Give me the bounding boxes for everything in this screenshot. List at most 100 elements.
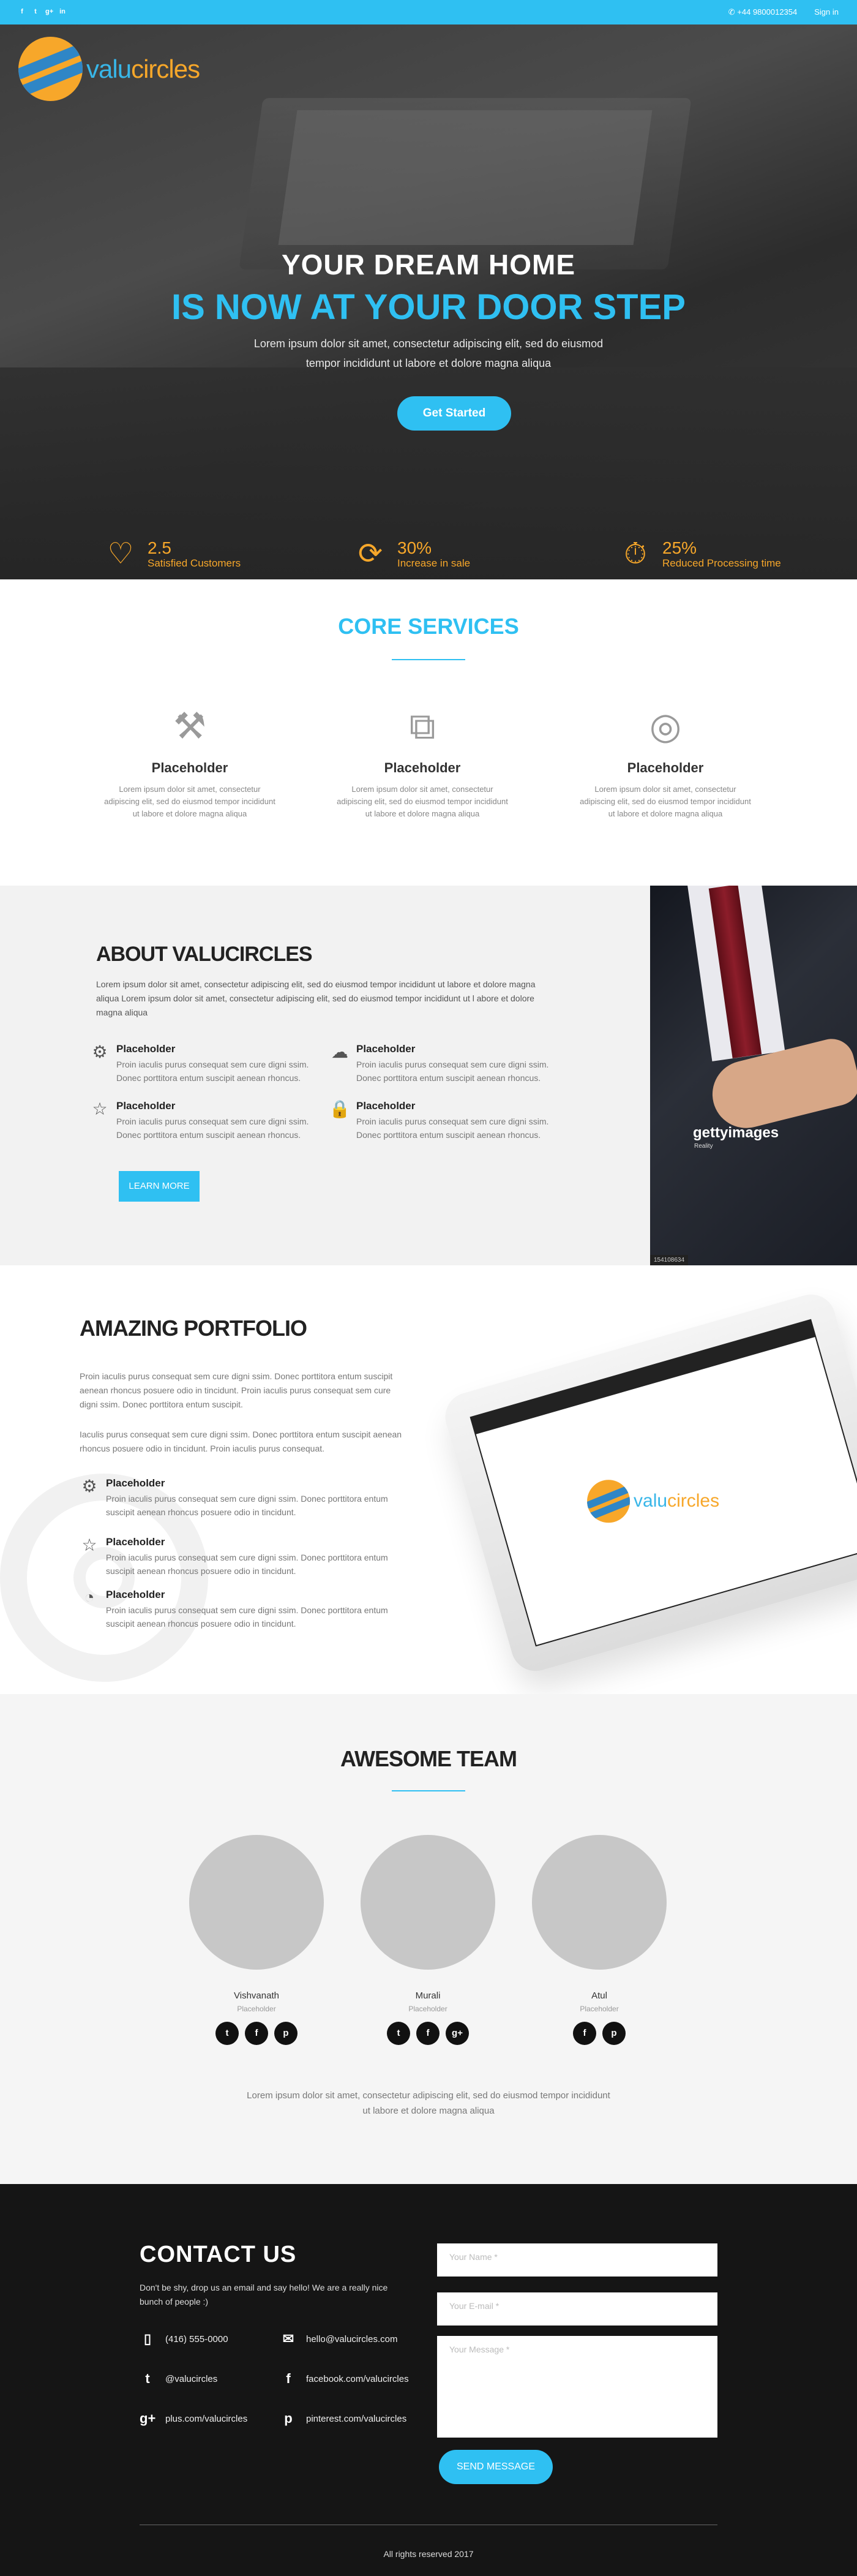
stopwatch-icon: ⏱ xyxy=(624,538,647,570)
top-bar-right: ✆ +44 9800012354 Sign in xyxy=(728,7,839,17)
service-card: ◎ Placeholder Lorem ipsum dolor sit amet… xyxy=(577,705,754,820)
facebook-icon[interactable]: f xyxy=(18,8,26,15)
member-name: Vishvanath xyxy=(234,1990,279,2001)
stat-label: Increase in sale xyxy=(397,557,471,569)
feature-title: Placeholder xyxy=(356,1043,416,1055)
services-title: CORE SERVICES xyxy=(338,614,519,639)
name-field[interactable]: Your Name * xyxy=(437,2243,717,2277)
service-text: Lorem ipsum dolor sit amet, consectetur … xyxy=(580,785,751,818)
feature-text: Proin iaculis purus consequat sem cure d… xyxy=(356,1060,549,1083)
photo-code: 154108634 xyxy=(650,1255,689,1265)
contact-twitter[interactable]: t @valucircles xyxy=(140,2371,217,2387)
portfolio-title: AMAZING PORTFOLIO xyxy=(80,1316,307,1341)
feature-text: Proin iaculis purus consequat sem cure d… xyxy=(106,1605,388,1629)
avatar xyxy=(189,1835,324,1970)
site-logo[interactable]: valucircles xyxy=(18,37,200,101)
stat-increase-in-sale: ⟳ 30% Increase in sale xyxy=(352,536,470,573)
lifebuoy-icon: ◎ xyxy=(649,706,682,747)
google-plus-icon[interactable]: g+ xyxy=(446,2022,469,2045)
logo-text: valucircles xyxy=(86,54,200,83)
avatar xyxy=(532,1835,667,1970)
stat-value: 2.5 xyxy=(148,538,171,557)
about-title: ABOUT VALUCIRCLES xyxy=(96,943,313,966)
feature-title: Placeholder xyxy=(116,1043,176,1055)
send-message-button[interactable]: SEND MESSAGE xyxy=(439,2450,553,2484)
contact-text: hello@valucircles.com xyxy=(306,2333,398,2344)
contact-section: CONTACT US Don't be shy, drop us an emai… xyxy=(0,2184,857,2576)
feature-title: Placeholder xyxy=(106,1589,165,1600)
stat-label: Reduced Processing time xyxy=(662,557,781,569)
phone-icon: ✆ xyxy=(728,7,738,17)
google-plus-icon: g+ xyxy=(140,2411,156,2426)
lock-icon: 🔒 xyxy=(329,1099,351,1118)
cloud-icon: ☁ xyxy=(331,1042,348,1061)
tablet-mockup-image: valucircles xyxy=(440,1289,857,1677)
email-icon: ✉ xyxy=(282,2331,294,2346)
member-name: Murali xyxy=(415,1990,441,2001)
message-field[interactable]: Your Message * xyxy=(437,2336,717,2438)
member-role: Placeholder xyxy=(580,2005,619,2013)
facebook-icon[interactable]: f xyxy=(245,2022,268,2045)
star-icon: ☆ xyxy=(92,1099,108,1118)
getty-watermark: gettyimages xyxy=(693,1124,779,1141)
pinterest-icon[interactable]: p xyxy=(274,2022,298,2045)
email-field[interactable]: Your E-mail * xyxy=(437,2292,717,2326)
pinterest-icon[interactable]: p xyxy=(602,2022,626,2045)
service-title: Placeholder xyxy=(384,760,461,775)
feature-text: Proin iaculis purus consequat sem cure d… xyxy=(116,1060,309,1083)
feature-text: Proin iaculis purus consequat sem cure d… xyxy=(106,1553,388,1576)
hero-title: YOUR DREAM HOME xyxy=(281,249,576,281)
services-title-underline xyxy=(392,659,465,660)
get-started-button[interactable]: Get Started xyxy=(397,396,511,431)
facebook-icon: f xyxy=(286,2371,291,2386)
feature-title: Placeholder xyxy=(116,1100,176,1112)
hero-lead: Lorem ipsum dolor sit amet, consectetur … xyxy=(253,337,604,369)
contact-email[interactable]: ✉ hello@valucircles.com xyxy=(280,2331,398,2347)
portfolio-section: AMAZING PORTFOLIO Proin iaculis purus co… xyxy=(0,1265,857,1694)
phone-text: +44 9800012354 xyxy=(737,7,798,17)
signin-link[interactable]: Sign in xyxy=(814,7,839,17)
avatar xyxy=(361,1835,495,1970)
team-footer-text: Lorem ipsum dolor sit amet, consectetur … xyxy=(247,2090,610,2116)
facebook-icon[interactable]: f xyxy=(573,2022,596,2045)
facebook-icon[interactable]: f xyxy=(416,2022,440,2045)
twitter-icon[interactable]: t xyxy=(32,8,39,15)
team-title-underline xyxy=(392,1790,465,1791)
hero-section: valucircles YOUR DREAM HOME IS NOW AT YO… xyxy=(0,24,857,579)
contact-pinterest[interactable]: p pinterest.com/valucircles xyxy=(280,2411,406,2427)
team-member: Atul Placeholder f p xyxy=(532,1835,667,2045)
contact-subtitle: Don't be shy, drop us an email and say h… xyxy=(140,2283,388,2307)
learn-more-button[interactable]: LEARN MORE xyxy=(119,1171,200,1202)
tools-icon: ⚒ xyxy=(173,706,206,747)
about-intro: Lorem ipsum dolor sit amet, consectetur … xyxy=(96,979,536,1017)
team-member: Murali Placeholder t f g+ xyxy=(361,1835,495,2045)
service-card: ⧉ Placeholder Lorem ipsum dolor sit amet… xyxy=(334,705,511,820)
twitter-icon[interactable]: t xyxy=(215,2022,239,2045)
contact-text: @valucircles xyxy=(165,2373,218,2384)
heart-icon: ♡ xyxy=(107,538,134,570)
contact-google-plus[interactable]: g+ plus.com/valucircles xyxy=(140,2411,247,2427)
phone-number[interactable]: ✆ +44 9800012354 xyxy=(728,7,797,17)
linkedin-icon[interactable]: in xyxy=(59,8,66,15)
team-title: AWESOME TEAM xyxy=(340,1746,517,1771)
feature-title: Placeholder xyxy=(356,1100,416,1112)
twitter-icon[interactable]: t xyxy=(387,2022,410,2045)
contact-phone[interactable]: ▯ (416) 555-0000 xyxy=(140,2331,228,2347)
service-text: Lorem ipsum dolor sit amet, consectetur … xyxy=(104,785,275,818)
tablet-logo: valucircles xyxy=(587,1480,719,1523)
twitter-icon: t xyxy=(145,2371,150,2386)
copyright-text: All rights reserved 2017 xyxy=(383,2549,474,2559)
contact-title: CONTACT US xyxy=(140,2242,297,2267)
feature-text: Proin iaculis purus consequat sem cure d… xyxy=(116,1117,309,1140)
portfolio-paragraph: Proin iaculis purus consequat sem cure d… xyxy=(80,1371,393,1409)
feature-title: Placeholder xyxy=(106,1536,165,1548)
top-social-links: f t g+ in xyxy=(18,8,66,15)
google-plus-icon[interactable]: g+ xyxy=(45,8,53,15)
team-member: Vishvanath Placeholder t f p xyxy=(189,1835,324,2045)
contact-text: facebook.com/valucircles xyxy=(306,2373,409,2384)
service-card: ⚒ Placeholder Lorem ipsum dolor sit amet… xyxy=(101,705,279,820)
member-role: Placeholder xyxy=(237,2005,276,2013)
contact-facebook[interactable]: f facebook.com/valucircles xyxy=(280,2371,409,2387)
contact-text: plus.com/valucircles xyxy=(165,2413,248,2424)
stat-label: Satisfied Customers xyxy=(148,557,241,569)
